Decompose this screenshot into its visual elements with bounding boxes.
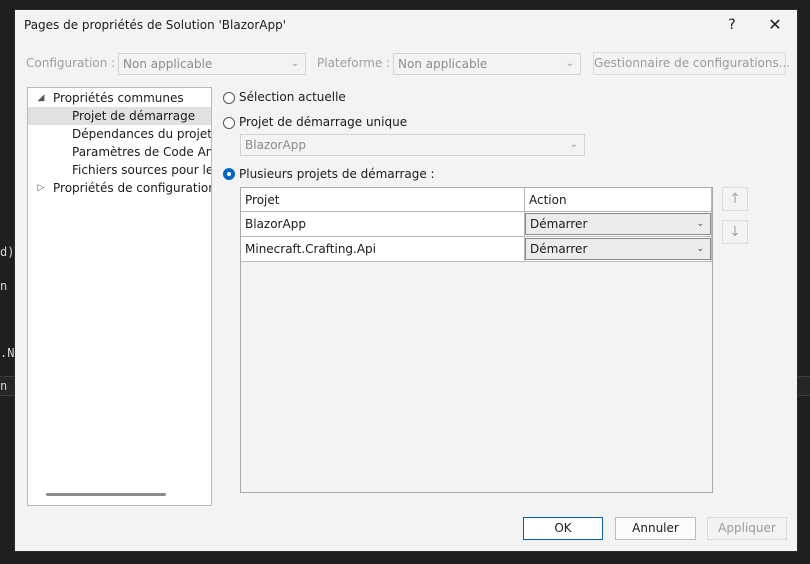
current-selection-label: Sélection actuelle — [239, 90, 346, 104]
single-project-label: Projet de démarrage unique — [239, 115, 408, 129]
collapsed-arrow-icon[interactable]: ▷ — [36, 179, 46, 197]
radio-single-project[interactable] — [223, 117, 235, 129]
tree-item-label: Propriétés de configuration — [53, 181, 212, 195]
platform-label: Plateforme : — [317, 56, 391, 70]
editor-line: .N — [0, 346, 15, 360]
table-row-project[interactable]: Minecraft.Crafting.Api — [241, 237, 525, 262]
configuration-manager-button[interactable]: Gestionnaire de configurations... — [593, 52, 790, 75]
chevron-down-icon: ⌄ — [696, 244, 704, 254]
configuration-label: Configuration : — [26, 56, 116, 70]
chevron-down-icon: ⌄ — [565, 58, 574, 69]
radio-current-selection[interactable] — [223, 92, 235, 104]
tree-item-label: Projet de démarrage — [72, 109, 196, 123]
tree-item-label: Propriétés communes — [53, 91, 184, 105]
table-row-action-cell: Démarrer ⌄ — [525, 212, 712, 237]
configuration-select[interactable]: Non applicable ⌄ — [118, 53, 306, 75]
expanded-arrow-icon[interactable]: ◢ — [36, 89, 46, 107]
cancel-button[interactable]: Annuler — [615, 517, 696, 540]
table-row-project[interactable]: BlazorApp — [241, 212, 525, 237]
single-project-value: BlazorApp — [245, 138, 306, 152]
single-project-select[interactable]: BlazorApp ⌄ — [240, 134, 585, 156]
tree-item-source-files[interactable]: Fichiers sources pour le dé — [28, 161, 211, 179]
action-select[interactable]: Démarrer ⌄ — [525, 213, 711, 235]
help-button[interactable]: ? — [718, 13, 746, 37]
editor-line: d) — [0, 245, 15, 259]
tree-item-configuration-properties[interactable]: ▷ Propriétés de configuration — [28, 179, 211, 197]
chevron-down-icon: ⌄ — [569, 139, 578, 150]
chevron-down-icon: ⌄ — [290, 58, 299, 69]
tree-item-label: Dépendances du projet — [72, 127, 212, 141]
apply-button[interactable]: Appliquer — [707, 517, 787, 540]
startup-projects-grid: Projet Action BlazorApp Démarrer ⌄ Minec… — [240, 187, 713, 493]
tree-item-common-properties[interactable]: ◢ Propriétés communes — [28, 89, 211, 107]
tree-item-label: Paramètres de Code Analy — [72, 145, 212, 159]
arrow-up-icon: ↑ — [729, 191, 741, 207]
property-tree: ◢ Propriétés communes Projet de démarrag… — [27, 87, 212, 506]
ok-button[interactable]: OK — [523, 517, 603, 540]
editor-line: n — [0, 379, 8, 393]
move-up-button[interactable]: ↑ — [722, 187, 748, 211]
properties-dialog: Pages de propriétés de Solution 'BlazorA… — [14, 9, 798, 552]
column-header-action[interactable]: Action — [525, 188, 712, 212]
tree-item-code-analysis[interactable]: Paramètres de Code Analy — [28, 143, 211, 161]
action-value: Démarrer — [530, 217, 588, 231]
move-down-button[interactable]: ↓ — [722, 220, 748, 244]
horizontal-scrollbar[interactable] — [46, 493, 166, 496]
platform-value: Non applicable — [398, 57, 488, 71]
title-bar: Pages de propriétés de Solution 'BlazorA… — [15, 10, 797, 40]
dialog-title: Pages de propriétés de Solution 'BlazorA… — [24, 18, 287, 32]
tree-item-project-dependencies[interactable]: Dépendances du projet — [28, 125, 211, 143]
column-header-project[interactable]: Projet — [241, 188, 525, 212]
multiple-projects-label: Plusieurs projets de démarrage : — [239, 167, 435, 181]
radio-multiple-projects[interactable] — [223, 168, 235, 180]
platform-select[interactable]: Non applicable ⌄ — [393, 53, 581, 75]
editor-line: n — [0, 279, 8, 293]
action-select[interactable]: Démarrer ⌄ — [525, 238, 711, 260]
arrow-down-icon: ↓ — [729, 224, 741, 240]
close-button[interactable]: ✕ — [761, 13, 789, 37]
tree-item-startup-project[interactable]: Projet de démarrage — [28, 107, 211, 125]
configuration-value: Non applicable — [123, 57, 213, 71]
table-row-action-cell: Démarrer ⌄ — [525, 237, 712, 262]
tree-item-label: Fichiers sources pour le dé — [72, 163, 211, 177]
chevron-down-icon: ⌄ — [696, 219, 704, 229]
action-value: Démarrer — [530, 242, 588, 256]
